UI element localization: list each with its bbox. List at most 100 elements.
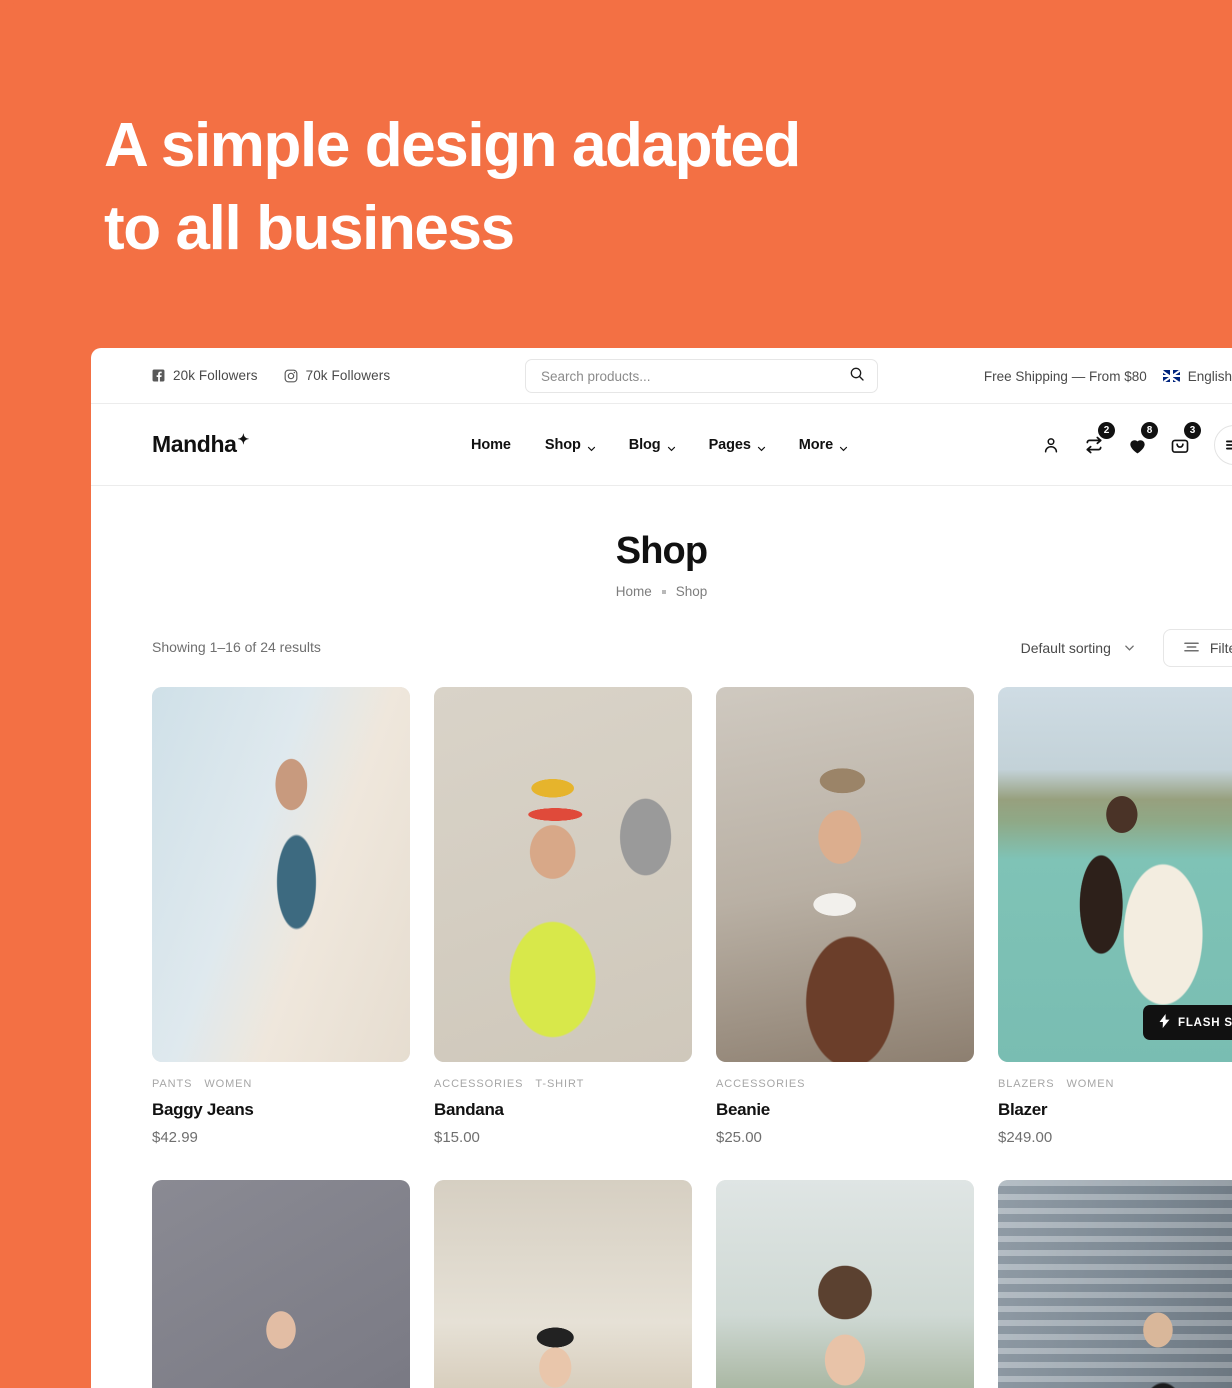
product-category[interactable]: Pants [152, 1078, 192, 1090]
product-card[interactable] [998, 1180, 1232, 1388]
hero-heading-line-1: A simple design adapted [104, 111, 801, 180]
product-name[interactable]: Blazer [998, 1100, 1232, 1120]
product-image[interactable] [998, 1180, 1232, 1388]
product-price: $42.99 [152, 1129, 198, 1146]
search-box[interactable] [525, 359, 878, 393]
product-image[interactable] [716, 687, 974, 1062]
topbar-right-group: Free Shipping — From $80 English [984, 348, 1232, 404]
product-price: $249.00 [998, 1129, 1053, 1146]
facebook-icon [152, 369, 165, 382]
instagram-followers[interactable]: 70k Followers [284, 368, 391, 383]
flash-sale-label: FLASH SALE [1178, 1016, 1232, 1029]
instagram-followers-label: 70k Followers [305, 368, 391, 383]
product-categories: Pants Women [152, 1078, 410, 1090]
cart-badge: 3 [1184, 422, 1201, 439]
chevron-down-icon [757, 441, 765, 452]
shipping-note: Free Shipping — From $80 [983, 368, 1147, 384]
breadcrumb-separator-icon [661, 589, 666, 594]
product-price: $15.00 [434, 1129, 480, 1146]
product-category[interactable]: Accessories [716, 1078, 805, 1090]
sort-dropdown-label: Default sorting [1020, 640, 1111, 656]
main-navbar: Mandha ✦ Home Shop Blog Pages More 2 8 3 [91, 404, 1232, 486]
primary-navigation: Home Shop Blog Pages More [471, 404, 848, 486]
product-grid: Pants Women Baggy Jeans $42.99 Accessori… [91, 687, 1232, 1388]
product-image[interactable] [434, 687, 692, 1062]
nav-item-more-label: More [798, 437, 834, 453]
page-title: Shop [615, 530, 708, 572]
product-card[interactable] [152, 1180, 410, 1388]
results-count: Showing 1–16 of 24 results [152, 639, 321, 655]
product-category[interactable]: Women [204, 1078, 252, 1090]
product-category[interactable]: Blazers [998, 1078, 1054, 1090]
product-card[interactable]: Pants Women Baggy Jeans $42.99 [152, 687, 410, 1146]
product-name[interactable]: Beanie [716, 1100, 974, 1120]
chevron-down-icon [587, 441, 595, 452]
product-image[interactable] [152, 1180, 410, 1388]
language-selector[interactable]: English [1162, 368, 1232, 384]
filter-lines-icon [1184, 640, 1199, 656]
breadcrumb: Home Shop [91, 584, 1232, 599]
shop-toolbar: Showing 1–16 of 24 results Default sorti… [91, 629, 1232, 667]
nav-item-shop-label: Shop [544, 437, 581, 453]
language-label: English [1187, 368, 1232, 384]
chevron-down-icon [839, 441, 848, 452]
website-preview-panel: 20k Followers 70k Followers Free Shippin… [91, 348, 1232, 1388]
nav-item-blog[interactable]: Blog [629, 437, 675, 453]
nav-item-pages[interactable]: Pages [709, 437, 765, 453]
logo-spark-icon: ✦ [237, 431, 250, 447]
product-card[interactable]: Accessories Beanie $25.00 [716, 687, 974, 1146]
nav-item-home-label: Home [471, 437, 511, 453]
hero-heading-line-2: to all business [104, 194, 515, 263]
wishlist-heart-icon[interactable]: 8 [1124, 422, 1158, 458]
navbar-action-icons: 2 8 3 [1038, 404, 1232, 486]
product-price: $25.00 [716, 1129, 762, 1146]
product-categories: Accessories [716, 1078, 974, 1090]
lightning-bolt-icon [1159, 1014, 1170, 1031]
wishlist-badge: 8 [1141, 422, 1158, 439]
nav-item-more[interactable]: More [798, 437, 848, 453]
product-name[interactable]: Baggy Jeans [152, 1100, 410, 1120]
product-image[interactable] [434, 1180, 692, 1388]
product-image[interactable]: FLASH SALE [998, 687, 1232, 1062]
toolbar-controls: Default sorting Filter [1021, 629, 1232, 667]
product-categories: Blazers Women [998, 1078, 1232, 1090]
breadcrumb-home-link[interactable]: Home [616, 584, 652, 599]
product-card[interactable] [434, 1180, 692, 1388]
hero-heading: A simple design adapted to all business [104, 104, 1004, 270]
product-name[interactable]: Bandana [434, 1100, 692, 1120]
breadcrumb-current: Shop [675, 584, 708, 599]
instagram-icon [284, 369, 298, 383]
social-links: 20k Followers 70k Followers [152, 368, 390, 383]
utility-topbar: 20k Followers 70k Followers Free Shippin… [91, 348, 1232, 404]
compare-badge: 2 [1098, 422, 1115, 439]
product-category[interactable]: Accessories [434, 1078, 523, 1090]
cart-bag-icon[interactable]: 3 [1167, 422, 1201, 458]
nav-item-shop[interactable]: Shop [545, 437, 595, 453]
facebook-followers[interactable]: 20k Followers [152, 368, 258, 383]
sort-dropdown[interactable]: Default sorting [1021, 640, 1135, 656]
menu-toggle-button[interactable] [1214, 425, 1232, 465]
nav-item-home[interactable]: Home [471, 437, 511, 453]
chevron-down-icon [1124, 640, 1135, 656]
site-logo[interactable]: Mandha ✦ [152, 431, 249, 458]
filter-button[interactable]: Filter [1162, 629, 1232, 667]
search-input[interactable] [541, 368, 849, 384]
product-image[interactable] [716, 1180, 974, 1388]
uk-flag-icon [1162, 370, 1180, 382]
product-card[interactable]: FLASH SALE Blazers Women Blazer $249.00 [998, 687, 1232, 1146]
nav-item-pages-label: Pages [708, 437, 751, 453]
chevron-down-icon [667, 441, 675, 452]
product-image[interactable] [152, 687, 410, 1062]
product-categories: Accessories T-Shirt [434, 1078, 692, 1090]
product-card[interactable] [716, 1180, 974, 1388]
product-category[interactable]: T-Shirt [535, 1078, 584, 1090]
product-category[interactable]: Women [1066, 1078, 1114, 1090]
site-logo-text: Mandha [152, 431, 237, 457]
product-card[interactable]: Accessories T-Shirt Bandana $15.00 [434, 687, 692, 1146]
search-icon[interactable] [849, 366, 865, 387]
facebook-followers-label: 20k Followers [173, 368, 258, 383]
flash-sale-badge: FLASH SALE [1143, 1005, 1232, 1040]
page-header: Shop Home Shop [91, 486, 1232, 599]
compare-icon[interactable]: 2 [1081, 422, 1115, 458]
account-icon[interactable] [1038, 432, 1064, 458]
